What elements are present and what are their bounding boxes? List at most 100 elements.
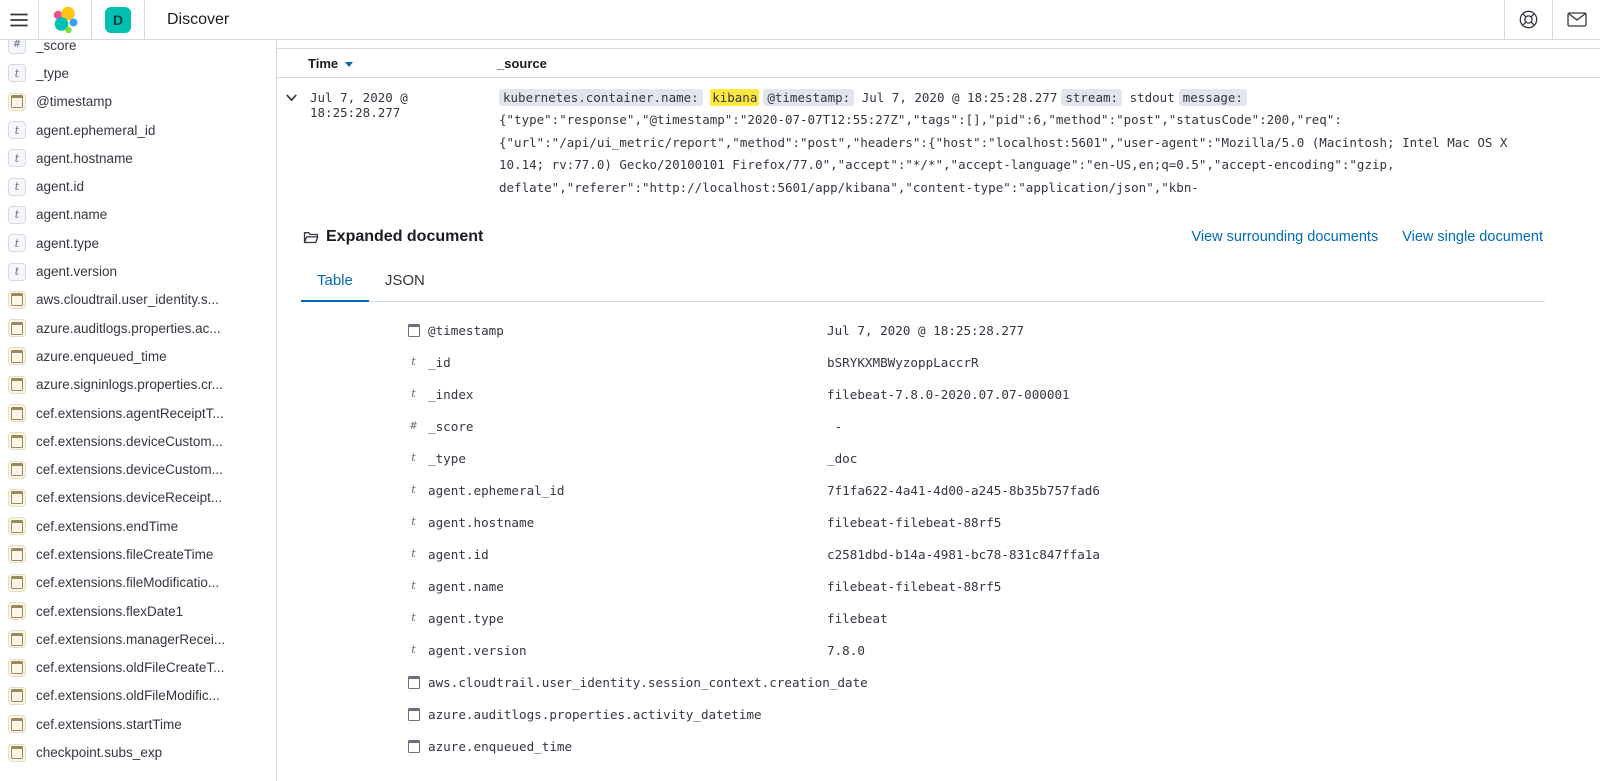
sidebar-field-label: agent.version [36,264,117,279]
sidebar-field-item[interactable]: agent.version [0,257,276,285]
open-folder-icon [303,230,319,245]
source-field-chip: stream: [1061,89,1122,106]
sidebar-field-item[interactable]: azure.enqueued_time [0,342,276,370]
sidebar-field-item[interactable]: cef.extensions.deviceReceipt... [0,484,276,512]
sidebar-field-label: cef.extensions.fileCreateTime [36,547,213,562]
sidebar-field-item[interactable]: _score [0,40,276,59]
time-column-header[interactable]: Time [308,56,497,71]
sidebar-field-label: azure.signinlogs.properties.cr... [36,377,223,392]
detail-field-name: @timestamp [428,323,827,338]
detail-tab-label: JSON [385,272,425,289]
sidebar-field-item[interactable]: checkpoint.subs_exp [0,738,276,766]
field-type-icon [8,574,26,592]
detail-field-name: agent.id [428,547,827,562]
field-type-icon [407,740,420,753]
sidebar-field-item[interactable]: cef.extensions.managerRecei... [0,625,276,653]
field-type-icon [8,121,26,139]
sidebar-field-item[interactable]: cef.extensions.oldFileModific... [0,682,276,710]
field-type-icon [407,676,420,689]
detail-table-row: _score - [277,410,1600,442]
header-spacer [251,0,1504,39]
source-field-value: Jul 7, 2020 @ 18:25:28.277 [862,90,1058,105]
sidebar-field-item[interactable]: cef.extensions.agentReceiptT... [0,399,276,427]
field-type-icon [8,376,26,394]
field-list: _score _type @timestamp agent.ephemeral_… [0,40,276,767]
sidebar-field-item[interactable]: aws.cloudtrail.user_identity.s... [0,286,276,314]
sidebar-field-item[interactable]: agent.name [0,201,276,229]
elastic-logo[interactable] [39,0,91,39]
source-message-json: {"type":"response","@timestamp":"2020-07… [499,112,1507,200]
view-documents-link[interactable]: View surrounding documents [1191,229,1378,245]
sidebar-field-item[interactable]: cef.extensions.flexDate1 [0,597,276,625]
field-type-icon [407,644,420,656]
sidebar-field-item[interactable]: cef.extensions.oldFileCreateT... [0,654,276,682]
detail-field-name: agent.type [428,611,827,626]
source-column-header: _source [497,56,547,71]
field-type-icon [407,421,420,432]
mail-button[interactable] [1553,0,1600,39]
sidebar-field-item[interactable]: cef.extensions.fileModificatio... [0,569,276,597]
detail-field-value: 7.8.0 [827,643,865,658]
sidebar-field-item[interactable]: cef.extensions.endTime [0,512,276,540]
field-type-icon [407,516,420,528]
help-button[interactable] [1505,0,1552,39]
sidebar-field-label: agent.name [36,207,107,222]
document-detail-table: @timestamp Jul 7, 2020 @ 18:25:28.277 _i… [277,314,1600,762]
field-type-icon [407,612,420,624]
source-field-chip: kubernetes.container.name: [499,89,703,106]
field-type-icon [8,291,26,309]
detail-field-value: bSRYKXMBWyzoppLaccrR [827,355,979,370]
menu-button[interactable] [0,0,38,39]
discover-app-badge: D [92,0,144,39]
collapse-row-button[interactable] [284,91,298,107]
sidebar-field-item[interactable]: agent.type [0,229,276,257]
source-pair: stream: stdout [1061,90,1174,105]
app-badge-letter: D [105,7,131,33]
field-type-icon [8,715,26,733]
field-type-icon [8,517,26,535]
sidebar-field-item[interactable]: azure.signinlogs.properties.cr... [0,371,276,399]
sidebar-field-label: _score [36,40,77,53]
detail-field-name: agent.name [428,579,827,594]
field-type-icon [8,432,26,450]
sidebar-field-item[interactable]: cef.extensions.deviceCustom... [0,455,276,483]
sidebar-field-item[interactable]: cef.extensions.startTime [0,710,276,738]
sidebar-field-item[interactable]: agent.hostname [0,144,276,172]
detail-tab-label: Table [317,272,353,289]
detail-table-row: azure.auditlogs.properties.activity_date… [277,698,1600,730]
sidebar-field-item[interactable]: azure.auditlogs.properties.ac... [0,314,276,342]
detail-table-row: agent.version 7.8.0 [277,634,1600,666]
sidebar-field-label: cef.extensions.oldFileCreateT... [36,660,224,675]
sidebar-field-item[interactable]: agent.id [0,172,276,200]
detail-field-value: filebeat-filebeat-88rf5 [827,579,1001,594]
mail-icon [1567,12,1587,27]
page-title: Discover [145,0,251,39]
field-type-icon [8,149,26,167]
detail-table-row: _id bSRYKXMBWyzoppLaccrR [277,346,1600,378]
field-type-icon [8,93,26,111]
detail-field-value: - [827,419,850,434]
sidebar-field-item[interactable]: @timestamp [0,88,276,116]
field-type-icon [407,388,420,400]
field-type-icon [8,602,26,620]
detail-field-value: filebeat-filebeat-88rf5 [827,515,1001,530]
sidebar-field-item[interactable]: agent.ephemeral_id [0,116,276,144]
detail-tab[interactable]: Table [301,268,369,302]
sidebar-field-item[interactable]: cef.extensions.deviceCustom... [0,427,276,455]
results-table-header: Time _source [277,48,1600,78]
sidebar-field-item[interactable]: _type [0,59,276,87]
field-type-icon [8,263,26,281]
sidebar-field-item[interactable]: cef.extensions.fileCreateTime [0,540,276,568]
sidebar-field-label: cef.extensions.deviceReceipt... [36,490,222,505]
field-type-icon [407,548,420,560]
view-documents-link[interactable]: View single document [1402,229,1543,245]
field-type-icon [8,630,26,648]
hamburger-icon [10,13,28,27]
sidebar-field-label: cef.extensions.flexDate1 [36,604,183,619]
sidebar-field-label: @timestamp [36,94,112,109]
detail-table-row: agent.type filebeat [277,602,1600,634]
sidebar-field-label: checkpoint.subs_exp [36,745,162,760]
field-type-icon [8,40,26,54]
source-pair: message: [1179,90,1247,105]
detail-tab[interactable]: JSON [369,268,441,302]
